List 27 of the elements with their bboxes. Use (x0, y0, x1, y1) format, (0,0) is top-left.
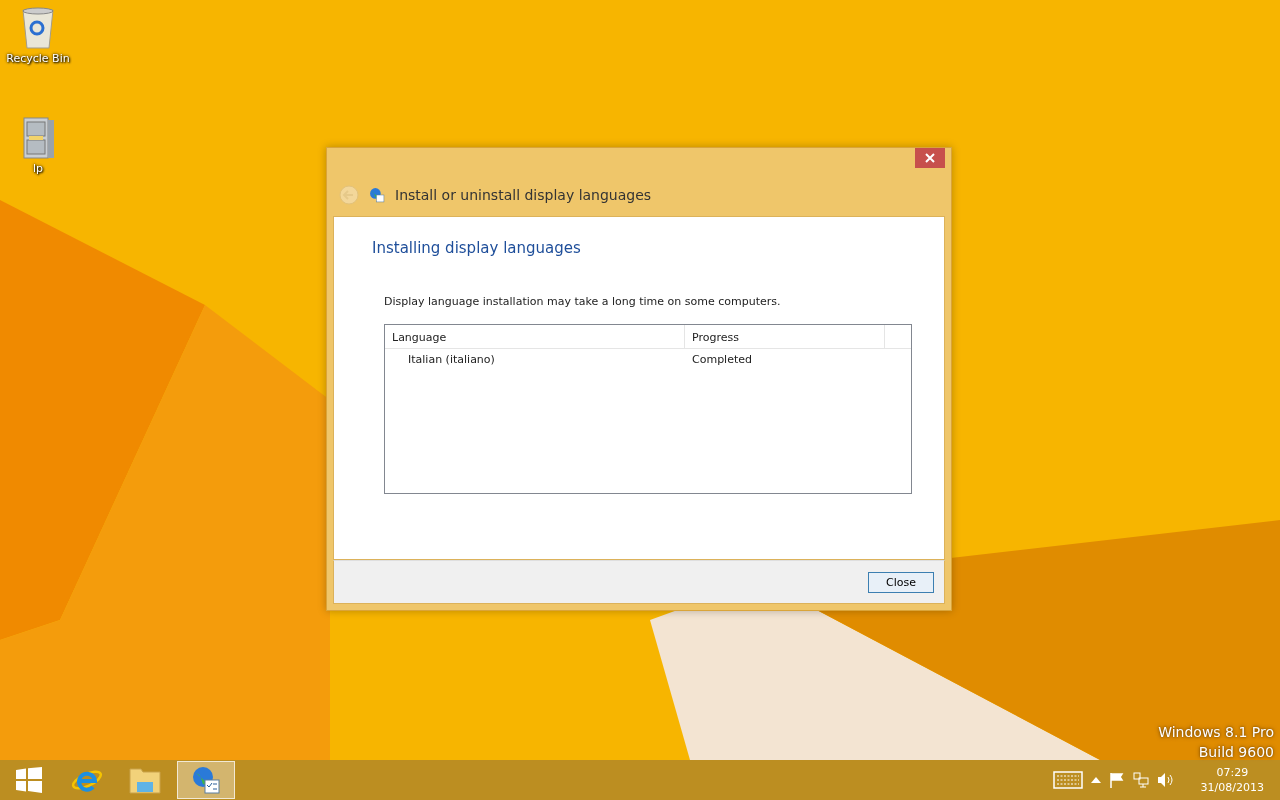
globe-checklist-icon (191, 765, 221, 795)
globe-checklist-icon (369, 187, 385, 203)
keyboard-icon[interactable] (1052, 771, 1083, 789)
window-title: Install or uninstall display languages (395, 187, 652, 203)
clock-time[interactable]: 07:29 (1216, 765, 1249, 780)
folder-icon (129, 766, 161, 794)
speaker-icon[interactable] (1156, 772, 1175, 788)
caret-icon[interactable] (1090, 777, 1101, 783)
os-version-text: Windows 8.1 Pro (1158, 724, 1274, 740)
column-header[interactable]: Language (385, 325, 685, 349)
close-button[interactable]: Close (868, 571, 934, 593)
clock-date[interactable]: 31/08/2013 (1200, 780, 1264, 795)
network-icon[interactable] (1132, 772, 1149, 788)
os-version-text: Build 9600 (1198, 744, 1274, 760)
desktop-icon-label[interactable]: Recycle Bin (6, 52, 70, 65)
column-header[interactable]: Progress (685, 325, 885, 349)
close-icon[interactable] (915, 148, 945, 168)
table-cell-text: Italian (italiano) (407, 352, 496, 366)
table-cell-text: Completed (691, 352, 753, 366)
taskbar-button[interactable] (177, 761, 235, 799)
windows-logo-icon (16, 767, 42, 793)
recycle-bin-icon (20, 6, 56, 50)
file-cabinet-icon (20, 116, 56, 160)
description-text: Display language installation may take a long time on some computers. (384, 295, 782, 308)
flag-icon[interactable] (1108, 772, 1125, 788)
desktop-icon-label[interactable]: lp (32, 162, 43, 175)
page-heading: Installing display languages (372, 239, 582, 257)
